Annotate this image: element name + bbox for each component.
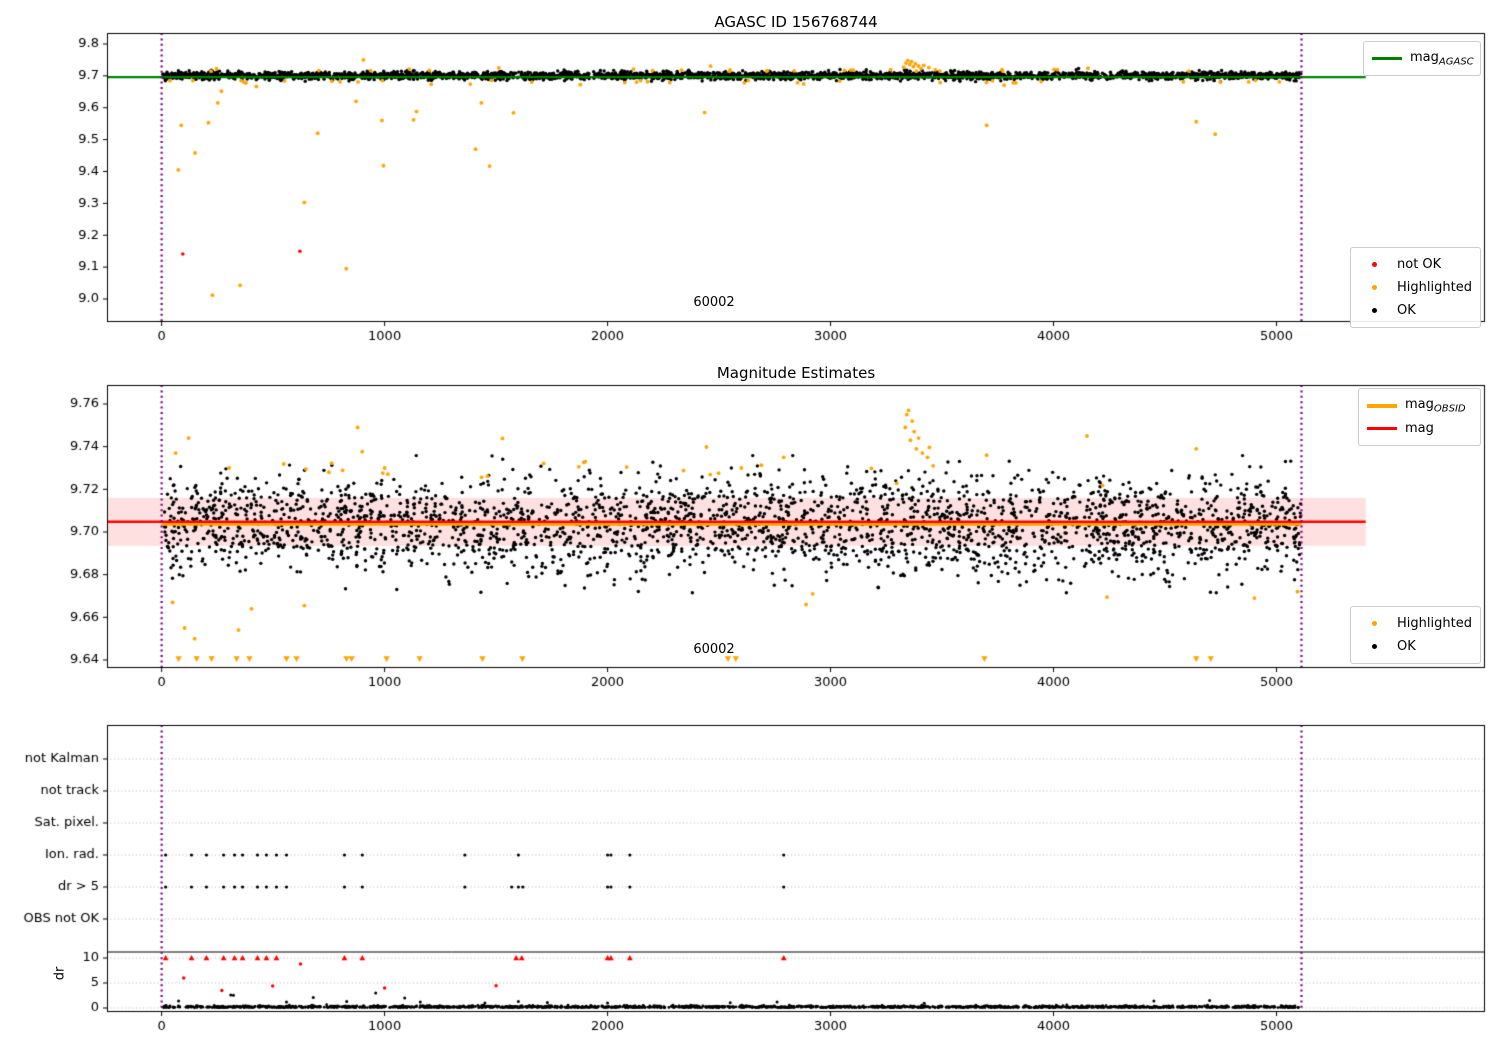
legend-swatch — [1357, 285, 1391, 290]
middle-chart-title: Magnitude Estimates — [716, 364, 876, 382]
orange-line-swatch — [1367, 403, 1397, 408]
black-dot-swatch — [1371, 644, 1377, 649]
legend-row: OK — [1357, 299, 1472, 322]
legend-label: OK — [1397, 303, 1416, 318]
legend-swatch — [1357, 262, 1391, 267]
legend-middle-categories: Highlighted OK — [1350, 606, 1481, 664]
legend-row: magAGASC — [1370, 47, 1474, 70]
legend-label-sub: OBSID — [1433, 403, 1466, 415]
dr-axis-label: dr — [52, 966, 68, 981]
legend-label: OK — [1397, 639, 1416, 654]
legend-swatch — [1357, 308, 1391, 313]
legend-label: Highlighted — [1397, 280, 1472, 295]
legend-swatch — [1365, 403, 1399, 408]
legend-label: mag — [1410, 49, 1439, 65]
legend-label: mag — [1405, 421, 1434, 436]
red-line-swatch — [1367, 427, 1397, 430]
legend-swatch — [1365, 427, 1399, 430]
legend-row: mag — [1365, 417, 1472, 440]
legend-swatch — [1357, 644, 1391, 649]
top-chart-title: AGASC ID 156768744 — [714, 13, 878, 31]
legend-top-categories: not OK Highlighted OK — [1350, 247, 1481, 328]
legend-row: not OK — [1357, 253, 1472, 276]
legend-mag-agasc: magAGASC — [1363, 41, 1481, 76]
black-dot-swatch — [1371, 308, 1377, 313]
legend-mag-obsid: magOBSID mag — [1358, 388, 1481, 446]
legend-row: magOBSID — [1365, 394, 1472, 417]
legend-label-sub: AGASC — [1438, 56, 1474, 68]
agasc-magnitude-figure: AGASC ID 156768744 Magnitude Estimates 6… — [0, 0, 1500, 1050]
obsid-annotation-top: 60002 — [693, 295, 735, 310]
legend-swatch — [1357, 621, 1391, 626]
red-dot-swatch — [1371, 262, 1377, 267]
legend-label: Highlighted — [1397, 616, 1472, 631]
legend-row: Highlighted — [1357, 612, 1472, 635]
orange-dot-swatch — [1371, 621, 1377, 626]
legend-label: not OK — [1397, 257, 1442, 272]
legend-row: OK — [1357, 635, 1472, 658]
orange-dot-swatch — [1371, 285, 1377, 290]
obsid-annotation-middle: 60002 — [693, 642, 735, 657]
green-line-swatch — [1372, 57, 1402, 60]
charts-canvas — [0, 0, 1500, 1050]
legend-swatch — [1370, 57, 1404, 60]
legend-row: Highlighted — [1357, 276, 1472, 299]
legend-label: mag — [1405, 396, 1434, 412]
